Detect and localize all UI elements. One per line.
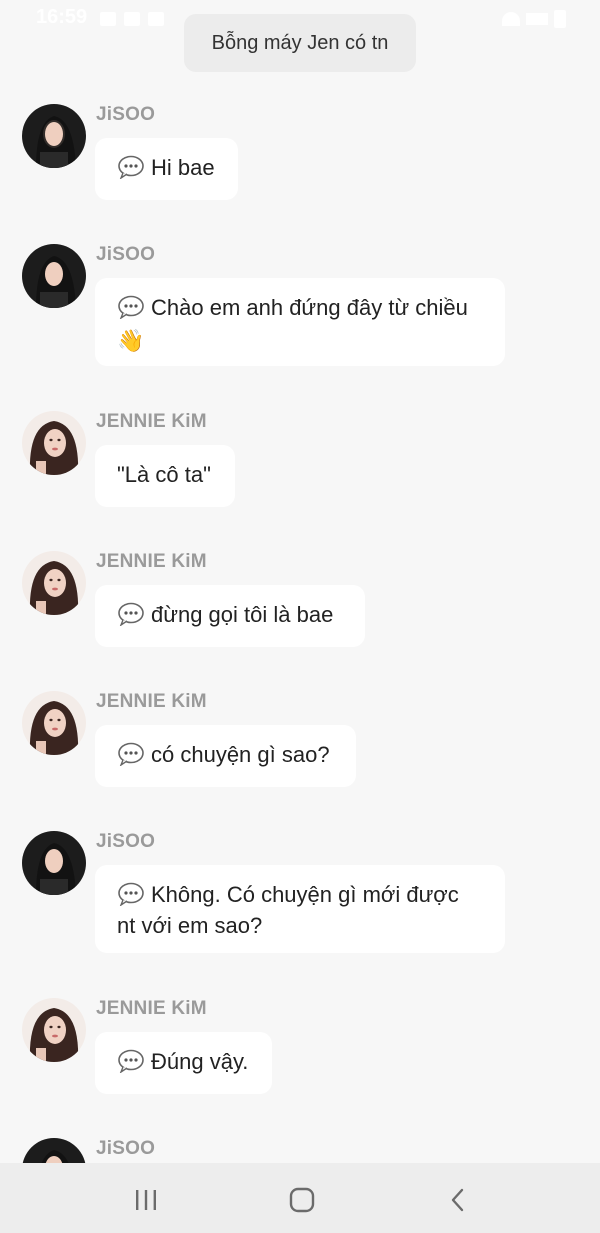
avatar-image [22, 411, 86, 475]
sender-name: JiSOO [96, 831, 156, 852]
avatar-image [22, 104, 86, 168]
message-bubble[interactable]: Hi bae [95, 138, 238, 200]
message-bubble[interactable]: Đúng vậy. [95, 1032, 272, 1094]
message-text: Không. Có chuyện gì mới được nt với em s… [117, 882, 459, 938]
avatar-image [22, 551, 86, 615]
message-text: Đúng vậy. [151, 1049, 249, 1074]
sender-name: JiSOO [96, 244, 156, 265]
typing-bubble-icon [117, 742, 145, 772]
avatar-jisoo[interactable] [22, 244, 86, 308]
back-button[interactable] [443, 1185, 473, 1215]
typing-bubble-icon [117, 295, 145, 325]
avatar-image [22, 831, 86, 895]
message-text: Chào em anh đứng đây từ chiều [151, 295, 468, 320]
message-bubble[interactable]: đừng gọi tôi là bae [95, 585, 365, 647]
sender-name: JENNIE KiM [96, 411, 207, 432]
message-text: có chuyện gì sao? [151, 742, 330, 767]
home-icon [289, 1187, 315, 1213]
message-text: Hi bae [151, 155, 215, 180]
home-button[interactable] [287, 1185, 317, 1215]
avatar-jisoo[interactable] [22, 831, 86, 895]
message-bubble[interactable]: có chuyện gì sao? [95, 725, 356, 787]
sender-name: JENNIE KiM [96, 691, 207, 712]
message-bubble[interactable]: Chào em anh đứng đây từ chiều 👋 [95, 278, 505, 366]
sender-name: JiSOO [96, 1138, 156, 1159]
recents-icon [136, 1190, 156, 1210]
avatar-jisoo[interactable] [22, 104, 86, 168]
recents-button[interactable] [131, 1185, 161, 1215]
avatar-image [22, 691, 86, 755]
typing-bubble-icon [117, 882, 145, 912]
message-bubble[interactable]: Không. Có chuyện gì mới được nt với em s… [95, 865, 505, 953]
message-bubble[interactable]: "Là cô ta" [95, 445, 235, 507]
avatar-jennie[interactable] [22, 411, 86, 475]
sender-name: JiSOO [96, 104, 156, 125]
typing-bubble-icon [117, 602, 145, 632]
message-list[interactable]: Bỗng máy Jen có tn JiSOO Hi bae JiSOO Ch… [0, 0, 600, 1163]
avatar-jennie[interactable] [22, 998, 86, 1062]
chat-title: Bỗng máy Jen có tn [211, 31, 389, 54]
chat-title-pill: Bỗng máy Jen có tn [184, 14, 416, 72]
navigation-bar [0, 1163, 600, 1233]
back-icon [451, 1188, 464, 1212]
waving-hand-emoji: 👋 [117, 328, 145, 353]
sender-name: JENNIE KiM [96, 998, 207, 1019]
typing-bubble-icon [117, 155, 145, 185]
avatar-jisoo[interactable] [22, 1138, 86, 1163]
avatar-jennie[interactable] [22, 691, 86, 755]
message-text: "Là cô ta" [117, 462, 211, 487]
avatar-image [22, 244, 86, 308]
typing-bubble-icon [117, 1049, 145, 1079]
avatar-image [22, 998, 86, 1062]
avatar-jennie[interactable] [22, 551, 86, 615]
avatar-image [22, 1138, 86, 1163]
message-text: đừng gọi tôi là bae [151, 602, 334, 627]
sender-name: JENNIE KiM [96, 551, 207, 572]
